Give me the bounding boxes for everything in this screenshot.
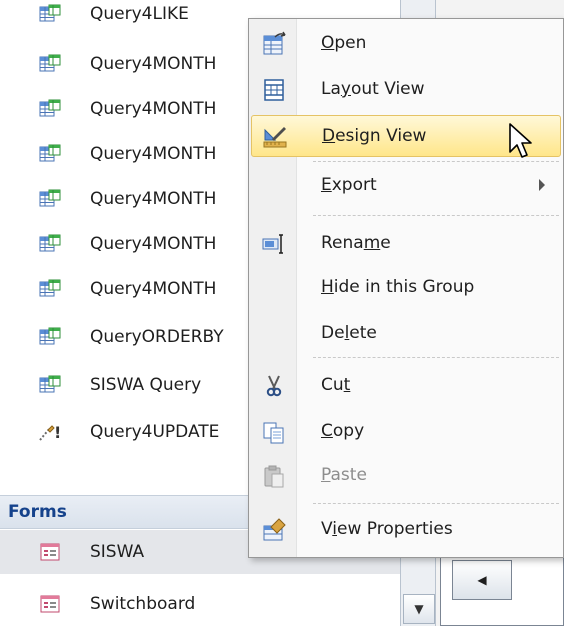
menu-item-label: Hide in this Group (321, 277, 475, 297)
select-query-icon (38, 54, 62, 74)
context-menu: Open Layout View Design View Export Rename Hi… (248, 18, 564, 558)
properties-icon (261, 517, 287, 543)
menu-cut[interactable]: Cut (251, 365, 561, 407)
copy-icon (261, 419, 287, 445)
menu-paste: Paste (251, 455, 561, 497)
menu-item-label: Rename (321, 233, 391, 253)
mouse-cursor-icon (509, 123, 532, 158)
update-query-icon: ! (38, 422, 62, 442)
nav-query-label: SISWA Query (90, 375, 202, 395)
select-query-icon (38, 375, 62, 395)
menu-item-label: Export (321, 175, 377, 195)
select-query-icon (38, 144, 62, 164)
nav-query-label: Query4LIKE (90, 4, 189, 24)
menu-item-label: Copy (321, 421, 365, 441)
nav-form-item[interactable]: Switchboard (0, 582, 400, 626)
select-query-icon (38, 99, 62, 119)
menu-item-label: Delete (321, 323, 377, 343)
menu-hide-in-group[interactable]: Hide in this Group (251, 267, 561, 309)
menu-separator (313, 503, 559, 504)
paste-icon (261, 463, 287, 489)
nav-query-label: Query4MONTH (90, 279, 217, 299)
select-query-icon (38, 4, 62, 24)
menu-rename[interactable]: Rename (251, 223, 561, 265)
menu-item-label: Cut (321, 375, 351, 395)
menu-separator (313, 215, 559, 216)
select-query-icon (38, 279, 62, 299)
menu-open[interactable]: Open (251, 23, 561, 65)
nav-query-label: Query4UPDATE (90, 422, 220, 442)
nav-query-label: Query4MONTH (90, 99, 217, 119)
nav-query-label: Query4MONTH (90, 234, 217, 254)
layout-view-icon (261, 77, 287, 103)
menu-export[interactable]: Export (251, 165, 561, 207)
design-view-icon (262, 124, 288, 150)
nav-query-label: Query4MONTH (90, 144, 217, 164)
nav-form-label: SISWA (90, 542, 145, 562)
nav-query-label: Query4MONTH (90, 54, 217, 74)
select-query-icon (38, 327, 62, 347)
open-icon (261, 31, 287, 57)
scroll-left-button[interactable]: ◀ (452, 560, 512, 600)
rename-icon (261, 231, 287, 257)
nav-form-label: Switchboard (90, 594, 196, 614)
menu-separator (313, 357, 559, 358)
svg-text:!: ! (54, 423, 61, 442)
menu-item-label: Layout View (321, 79, 425, 99)
form-icon (38, 542, 62, 562)
menu-item-label: Paste (321, 465, 367, 485)
scroll-down-button[interactable]: ▼ (403, 594, 435, 624)
nav-query-label: QueryORDERBY (90, 327, 224, 347)
menu-item-label: Design View (322, 126, 427, 146)
menu-item-label: View Properties (321, 519, 453, 539)
form-icon (38, 594, 62, 614)
select-query-icon (38, 234, 62, 254)
select-query-icon (38, 189, 62, 209)
nav-query-label: Query4MONTH (90, 189, 217, 209)
forms-header-label: Forms (8, 502, 67, 522)
menu-delete[interactable]: Delete (251, 313, 561, 355)
submenu-arrow-icon (539, 179, 545, 191)
menu-view-properties[interactable]: View Properties (251, 509, 561, 551)
cut-icon (261, 373, 287, 399)
menu-item-label: Open (321, 33, 367, 53)
menu-copy[interactable]: Copy (251, 411, 561, 453)
menu-layout-view[interactable]: Layout View (251, 69, 561, 111)
